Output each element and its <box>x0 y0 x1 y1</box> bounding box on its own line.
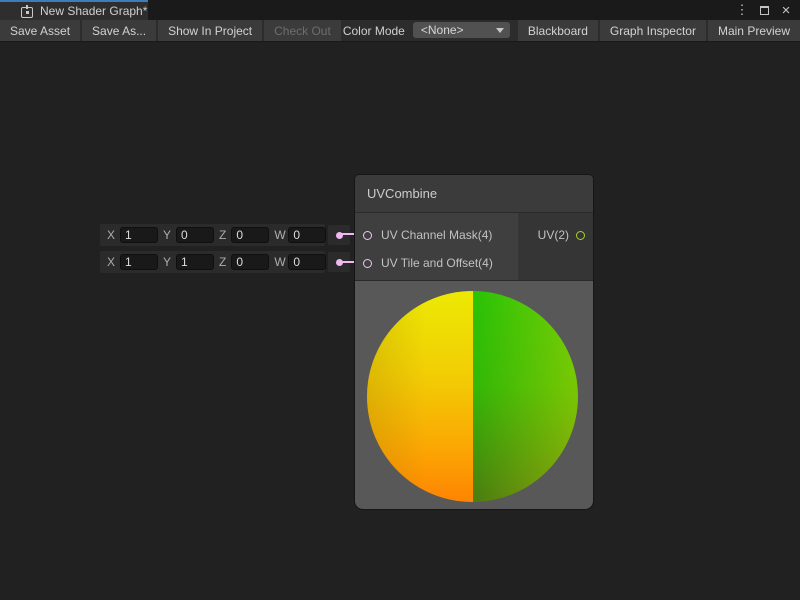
graph-canvas[interactable]: X Y Z W X Y Z W <box>0 43 800 600</box>
z-field[interactable] <box>231 227 269 243</box>
x-field[interactable] <box>120 227 158 243</box>
x-label: X <box>107 255 115 269</box>
z-field[interactable] <box>231 254 269 270</box>
output-row-uv: UV(2) <box>518 221 593 249</box>
tab-title: New Shader Graph* <box>40 4 147 18</box>
tab-bar: New Shader Graph* ⋮ × <box>0 0 800 20</box>
main-preview-button[interactable]: Main Preview <box>708 20 800 41</box>
node-header[interactable]: UVCombine <box>355 175 593 213</box>
vector4-widget-1: X Y Z W <box>100 224 325 246</box>
output-port-icon[interactable] <box>576 231 585 240</box>
vector4-widget-2: X Y Z W <box>100 251 325 273</box>
w-label: W <box>274 228 283 242</box>
y-field[interactable] <box>176 254 214 270</box>
shader-graph-icon <box>21 5 34 18</box>
input-row-uv-channel-mask: UV Channel Mask(4) <box>355 221 518 249</box>
node-inputs: UV Channel Mask(4) UV Tile and Offset(4) <box>355 213 518 280</box>
show-in-project-button[interactable]: Show In Project <box>158 20 262 41</box>
w-field[interactable] <box>288 254 326 270</box>
close-icon[interactable]: × <box>778 2 794 18</box>
save-asset-button[interactable]: Save Asset <box>0 20 80 41</box>
input-row-uv-tile-offset: UV Tile and Offset(4) <box>355 249 518 277</box>
blackboard-button[interactable]: Blackboard <box>518 20 598 41</box>
preview-sphere-right-half <box>473 291 579 502</box>
preview-sphere <box>367 291 578 502</box>
output-label: UV(2) <box>538 228 569 242</box>
vector4-output-port-1[interactable] <box>328 225 350 245</box>
tab-new-shader-graph[interactable]: New Shader Graph* <box>0 0 148 20</box>
preview-sphere-left-half <box>367 291 473 502</box>
node-outputs: UV(2) <box>518 213 593 280</box>
color-mode-value: <None> <box>421 23 464 37</box>
toolbar: Save Asset Save As... Show In Project Ch… <box>0 20 800 42</box>
x-field[interactable] <box>120 254 158 270</box>
window-controls: ⋮ × <box>734 0 800 20</box>
input-port-icon[interactable] <box>363 259 372 268</box>
w-label: W <box>274 255 283 269</box>
node-preview <box>355 280 593 509</box>
input-label: UV Tile and Offset(4) <box>381 256 493 270</box>
z-label: Z <box>219 255 226 269</box>
node-uvcombine[interactable]: UVCombine UV Channel Mask(4) UV Tile and… <box>355 175 593 509</box>
check-out-button: Check Out <box>264 20 341 41</box>
x-label: X <box>107 228 115 242</box>
node-body: UV Channel Mask(4) UV Tile and Offset(4)… <box>355 213 593 280</box>
input-label: UV Channel Mask(4) <box>381 228 492 242</box>
color-mode-label: Color Mode <box>343 20 413 41</box>
input-port-icon[interactable] <box>363 231 372 240</box>
node-title: UVCombine <box>367 186 437 201</box>
menu-icon[interactable]: ⋮ <box>734 2 750 18</box>
maximize-icon[interactable] <box>756 2 772 18</box>
z-label: Z <box>219 228 226 242</box>
shader-graph-window: New Shader Graph* ⋮ × Save Asset Save As… <box>0 0 800 600</box>
save-as-button[interactable]: Save As... <box>82 20 156 41</box>
graph-inspector-button[interactable]: Graph Inspector <box>600 20 706 41</box>
y-label: Y <box>163 228 171 242</box>
y-field[interactable] <box>176 227 214 243</box>
color-mode-dropdown[interactable]: <None> <box>413 22 510 38</box>
w-field[interactable] <box>288 227 326 243</box>
chevron-down-icon <box>496 28 504 33</box>
y-label: Y <box>163 255 171 269</box>
